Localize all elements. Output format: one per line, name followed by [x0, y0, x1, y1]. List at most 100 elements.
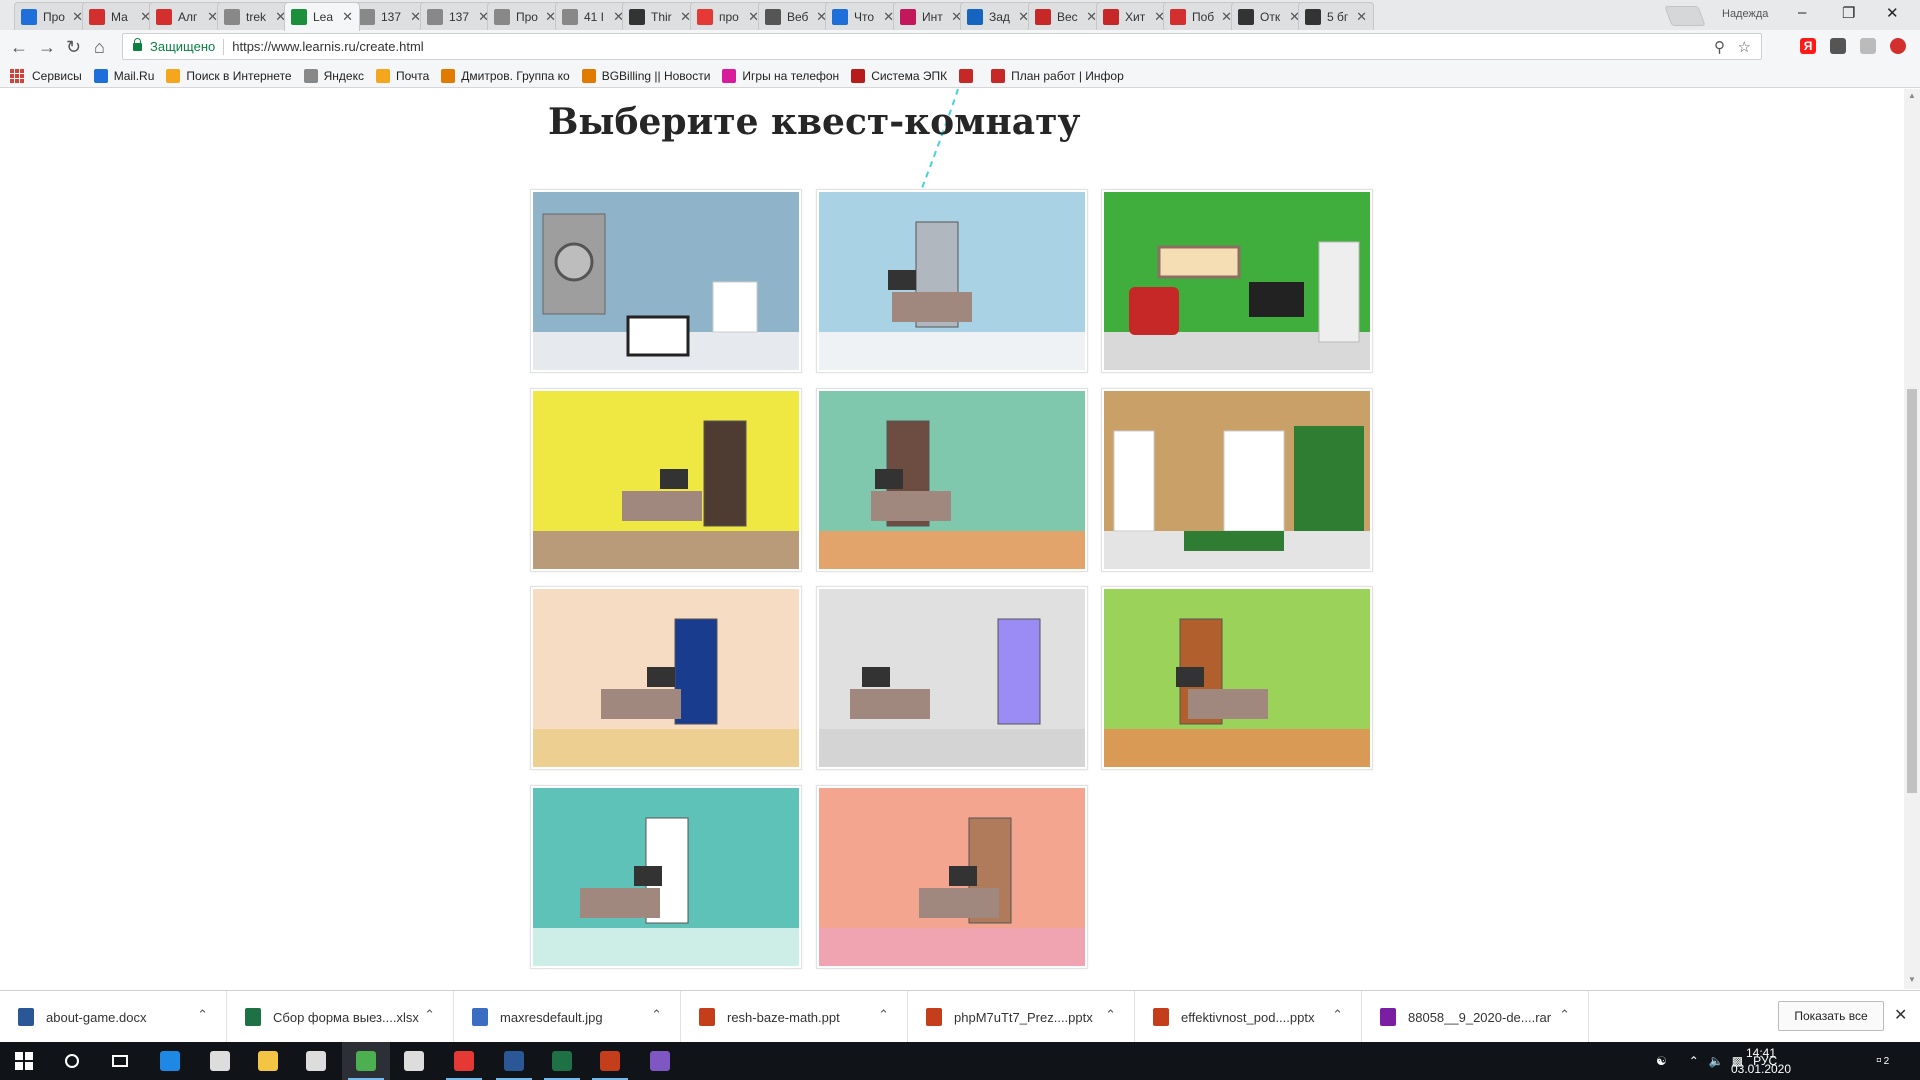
forward-icon[interactable]: → — [38, 38, 56, 56]
quest-room-card[interactable] — [816, 586, 1088, 770]
bookmark-item[interactable]: BGBilling || Новости — [581, 68, 710, 83]
browser-tab[interactable]: Хит ✕ — [1096, 2, 1172, 30]
bookmark-item[interactable]: Игры на телефон — [722, 68, 839, 83]
back-icon[interactable]: ← — [10, 38, 28, 56]
browser-tab[interactable]: Ма ✕ — [82, 2, 158, 30]
chevron-up-icon[interactable]: ⌃ — [878, 1007, 889, 1023]
quest-room-card[interactable] — [530, 785, 802, 969]
clock[interactable]: 14:41 03.01.2020 — [1726, 1045, 1796, 1077]
chevron-up-icon[interactable]: ⌃ — [1332, 1007, 1343, 1023]
yandex-extension-icon[interactable]: Я — [1800, 38, 1816, 54]
browser-tab[interactable]: Что ✕ — [825, 2, 901, 30]
download-item[interactable]: Сбор форма выез....xlsx ⌃ — [227, 991, 454, 1043]
chevron-up-icon[interactable]: ⌃ — [197, 1007, 208, 1023]
vertical-scrollbar[interactable]: ▲ ▼ — [1904, 89, 1920, 989]
browser-tab[interactable]: 5 бг ✕ — [1298, 2, 1374, 30]
browser-tab[interactable]: Отк ✕ — [1231, 2, 1307, 30]
taskbar-calculator-button[interactable] — [196, 1042, 244, 1080]
download-item[interactable]: effektivnost_pod....pptx ⌃ — [1135, 991, 1362, 1043]
minimize-icon[interactable]: – — [1798, 4, 1806, 21]
quest-room-card[interactable] — [530, 189, 802, 373]
scroll-up-icon[interactable]: ▲ — [1908, 91, 1916, 100]
bookmark-item[interactable]: План работ | Инфор — [991, 68, 1124, 83]
download-item[interactable]: about-game.docx ⌃ — [0, 991, 227, 1043]
taskbar-opera-button[interactable] — [440, 1042, 488, 1080]
taskbar-search-button[interactable] — [48, 1042, 96, 1080]
scroll-down-icon[interactable]: ▼ — [1908, 975, 1916, 984]
extension-icon[interactable] — [1860, 38, 1876, 54]
quest-room-card[interactable] — [1101, 388, 1373, 572]
bookmark-item[interactable]: Яндекс — [303, 68, 364, 83]
browser-tab[interactable]: Алг ✕ — [149, 2, 225, 30]
browser-tab[interactable]: Зад ✕ — [960, 2, 1036, 30]
quest-room-card[interactable] — [530, 388, 802, 572]
opera-extension-icon[interactable] — [1890, 38, 1906, 54]
extension-icon[interactable] — [1830, 38, 1846, 54]
home-icon[interactable]: ⌂ — [94, 38, 105, 56]
tab-close-icon[interactable]: ✕ — [342, 9, 353, 25]
browser-tab[interactable]: Инт ✕ — [893, 2, 969, 30]
browser-tab[interactable]: Thir ✕ — [622, 2, 698, 30]
taskbar-word-button[interactable] — [490, 1042, 538, 1080]
chevron-up-icon[interactable]: ⌃ — [424, 1007, 435, 1023]
bookmark-item[interactable]: Система ЭПК — [851, 68, 947, 83]
quest-room-card[interactable] — [1101, 189, 1373, 373]
profile-name[interactable]: Надежда — [1722, 8, 1768, 20]
browser-tab[interactable]: Про ✕ — [14, 2, 90, 30]
bookmark-star-icon[interactable]: ☆ — [1738, 39, 1751, 56]
quest-room-card[interactable] — [530, 586, 802, 770]
close-downloads-icon[interactable]: ✕ — [1894, 1005, 1907, 1025]
bookmark-item[interactable]: Сервисы — [10, 68, 82, 83]
new-tab-button[interactable] — [1664, 6, 1706, 26]
download-item[interactable]: 88058__9_2020-de....rar ⌃ — [1362, 991, 1589, 1043]
quest-room-card[interactable] — [816, 785, 1088, 969]
browser-tab[interactable]: Про ✕ — [487, 2, 563, 30]
notifications-button[interactable]: ▫ 2 — [1876, 1042, 1889, 1080]
tray-expand-icon[interactable]: ⌃ — [1689, 1054, 1699, 1068]
browser-tab[interactable]: 137 ✕ — [352, 2, 428, 30]
bookmark-item[interactable]: Поиск в Интернете — [166, 68, 292, 83]
reload-icon[interactable]: ↻ — [66, 38, 81, 56]
quest-room-card[interactable] — [816, 189, 1088, 373]
browser-tab[interactable]: 41 I ✕ — [555, 2, 631, 30]
browser-tab[interactable]: Lea ✕ — [284, 2, 360, 31]
scrollbar-thumb[interactable] — [1907, 389, 1917, 793]
chevron-up-icon[interactable]: ⌃ — [1559, 1007, 1570, 1023]
taskbar-explorer-button[interactable] — [244, 1042, 292, 1080]
url-text[interactable]: https://www.learnis.ru/create.html — [232, 39, 423, 54]
tab-close-icon[interactable]: ✕ — [1356, 9, 1367, 25]
taskbar-store-button[interactable] — [292, 1042, 340, 1080]
close-window-icon[interactable]: ✕ — [1886, 4, 1899, 22]
taskbar-excel-button[interactable] — [538, 1042, 586, 1080]
taskbar-task-view-button[interactable] — [96, 1042, 144, 1080]
download-item[interactable]: resh-baze-math.ppt ⌃ — [681, 991, 908, 1043]
chevron-up-icon[interactable]: ⌃ — [651, 1007, 662, 1023]
zoom-icon[interactable]: ⚲ — [1714, 39, 1725, 56]
browser-tab[interactable]: Вес ✕ — [1028, 2, 1104, 30]
people-icon[interactable]: ☯ — [1656, 1054, 1667, 1068]
bookmark-item[interactable]: Почта — [375, 68, 429, 83]
browser-tab[interactable]: Веб ✕ — [758, 2, 834, 30]
taskbar-app-extra-button[interactable] — [636, 1042, 684, 1080]
address-bar[interactable]: Защищено https://www.learnis.ru/create.h… — [122, 33, 1762, 60]
quest-room-card[interactable] — [816, 388, 1088, 572]
restore-icon[interactable]: ❐ — [1842, 4, 1855, 22]
taskbar-start-button[interactable] — [0, 1042, 48, 1080]
bookmark-item[interactable] — [959, 68, 979, 83]
show-all-downloads-button[interactable]: Показать все — [1778, 1001, 1884, 1031]
bookmark-item[interactable]: Дмитров. Группа ко — [441, 68, 570, 83]
browser-tab[interactable]: про ✕ — [690, 2, 766, 30]
browser-tab[interactable]: Поб ✕ — [1163, 2, 1239, 30]
taskbar-powerpoint-button[interactable] — [586, 1042, 634, 1080]
chevron-up-icon[interactable]: ⌃ — [1105, 1007, 1116, 1023]
browser-tab[interactable]: 137 ✕ — [420, 2, 496, 30]
bookmark-item[interactable]: Mail.Ru — [93, 68, 154, 83]
browser-tab[interactable]: trek ✕ — [217, 2, 293, 30]
quest-room-card[interactable] — [1101, 586, 1373, 770]
taskbar-edge-button[interactable] — [146, 1042, 194, 1080]
taskbar-mail-button[interactable] — [390, 1042, 438, 1080]
volume-icon[interactable]: 🔈 — [1709, 1054, 1724, 1068]
download-item[interactable]: phpM7uTt7_Prez....pptx ⌃ — [908, 991, 1135, 1043]
taskbar-chrome-button[interactable] — [342, 1042, 390, 1080]
download-item[interactable]: maxresdefault.jpg ⌃ — [454, 991, 681, 1043]
